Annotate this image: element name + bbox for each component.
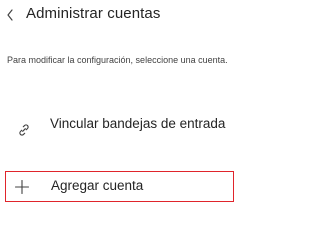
- link-inboxes-label: Vincular bandejas de entrada: [50, 116, 226, 131]
- panel-header: Administrar cuentas: [0, 0, 237, 32]
- chevron-left-icon: [7, 9, 13, 21]
- add-account-button[interactable]: Agregar cuenta: [5, 171, 234, 202]
- add-account-label: Agregar cuenta: [51, 178, 144, 193]
- back-button[interactable]: [3, 5, 17, 25]
- manage-accounts-panel: Administrar cuentas Para modificar la co…: [0, 0, 237, 204]
- instructions-text: Para modificar la configuración, selecci…: [7, 55, 228, 65]
- plus-icon: [15, 180, 29, 194]
- link-inboxes-item[interactable]: Vincular bandejas de entrada: [0, 110, 237, 158]
- link-icon: [19, 124, 29, 136]
- page-title: Administrar cuentas: [26, 5, 161, 22]
